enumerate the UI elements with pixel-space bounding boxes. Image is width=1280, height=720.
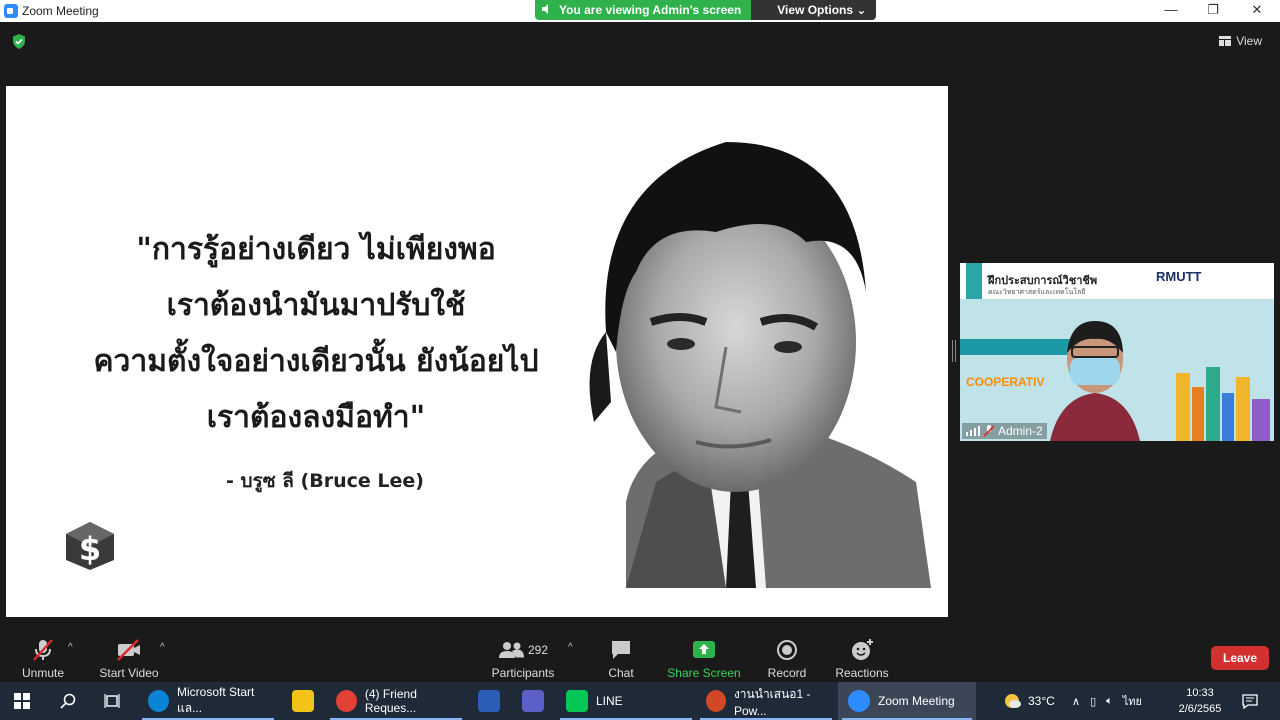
chrome-browser-icon	[336, 690, 357, 712]
quote-author: - บรูซ ลี (Bruce Lee)	[226, 470, 424, 492]
coop-text: COOPERATIV	[966, 375, 1045, 389]
meeting-toolbar: Unmute ^ Start Video ^ 292 Participants …	[0, 630, 1280, 682]
rmutt-logo: RMUTT	[1156, 269, 1202, 284]
task-view-icon[interactable]	[104, 693, 120, 709]
clock-date: 2/6/2565	[1178, 703, 1222, 715]
taskbar-item-label: Zoom Meeting	[878, 694, 955, 708]
participant-name: Admin-2	[998, 424, 1043, 438]
bruce-lee-portrait	[589, 142, 931, 588]
speaker-icon	[542, 4, 548, 14]
tile-subtitle: คณะวิทยาศาสตร์และเทคโนโลยี	[988, 289, 1086, 296]
share-banner: You are viewing Admin's screen View Opti…	[535, 0, 877, 20]
edge-browser-icon	[148, 690, 169, 712]
viewing-status: You are viewing Admin's screen	[535, 0, 752, 20]
chevron-down-icon: ⌄	[856, 3, 867, 17]
weather-sun-icon	[1005, 694, 1021, 708]
meeting-stage: View "การรู้อย่างเดียว ไม่เพียงพอ เราต้อ…	[0, 22, 1280, 630]
taskbar-item-label: งานนำเสนอ1 - Pow...	[733, 686, 811, 718]
participants-caret-icon[interactable]: ^	[568, 642, 573, 653]
windows-taskbar: Microsoft Start แล... (4) Friend Reques.…	[0, 682, 1280, 720]
chat-button[interactable]: Chat	[576, 638, 666, 680]
zoom-app-icon	[848, 690, 870, 712]
word-icon	[478, 690, 500, 712]
record-icon	[777, 640, 797, 660]
minimize-button[interactable]: —	[1150, 0, 1192, 22]
viewing-status-text: You are viewing Admin's screen	[559, 3, 742, 17]
participants-icon	[498, 642, 524, 658]
taskbar-item-chrome[interactable]: (4) Friend Reques...	[326, 682, 466, 720]
volume-icon[interactable]: 🔈︎	[1106, 695, 1113, 708]
taskbar-item-zoom[interactable]: Zoom Meeting	[838, 682, 976, 720]
taskbar-item-edge[interactable]: Microsoft Start แล...	[138, 682, 278, 720]
clock-time: 10:33	[1186, 687, 1214, 699]
shared-screen: "การรู้อย่างเดียว ไม่เพียงพอ เราต้องนำมั…	[6, 86, 948, 617]
view-button[interactable]: View	[1219, 34, 1262, 48]
weather-temp: 33°C	[1028, 694, 1055, 708]
powerpoint-icon	[706, 690, 726, 712]
window-titlebar: Zoom Meeting You are viewing Admin's scr…	[0, 0, 1280, 22]
reactions-label: Reactions	[835, 666, 889, 680]
share-screen-button[interactable]: Share Screen	[659, 638, 749, 680]
taskbar-item-explorer[interactable]	[282, 682, 324, 720]
system-tray: ∧ ▯ 🔈︎ ไทย	[1072, 682, 1142, 720]
taskbar-item-teams[interactable]	[512, 682, 552, 720]
share-screen-icon	[693, 641, 715, 658]
participants-button[interactable]: 292 Participants	[478, 638, 568, 680]
reactions-button[interactable]: Reactions	[817, 638, 907, 680]
tray-expand-icon[interactable]: ∧	[1072, 695, 1080, 708]
share-screen-label: Share Screen	[667, 666, 741, 680]
audio-options-caret-icon[interactable]: ^	[68, 642, 73, 653]
file-explorer-icon	[292, 690, 314, 712]
participant-name-tag: Admin-2	[962, 423, 1047, 439]
panel-resize-handle[interactable]	[952, 340, 956, 362]
muted-mic-icon	[33, 639, 53, 661]
participants-label: Participants	[491, 666, 555, 680]
participant-person	[1050, 321, 1140, 441]
grid-view-icon	[1219, 36, 1232, 46]
view-options-label: View Options	[777, 3, 854, 17]
restore-button[interactable]: ❐	[1192, 0, 1234, 22]
window-title: Zoom Meeting	[22, 4, 99, 18]
network-icon[interactable]: ▯	[1090, 695, 1096, 708]
taskbar-clock[interactable]: 10:33 2/6/2565	[1170, 685, 1230, 717]
video-options-caret-icon[interactable]: ^	[160, 642, 165, 653]
video-off-icon	[117, 639, 140, 661]
unmute-label: Unmute	[21, 666, 65, 680]
city-buildings-icon	[1176, 367, 1270, 441]
line-app-icon	[566, 690, 588, 712]
signal-strength-icon	[966, 426, 980, 436]
windows-start-icon[interactable]	[14, 693, 30, 709]
taskbar-item-label: (4) Friend Reques...	[364, 687, 417, 715]
svg-text:$: $	[79, 530, 101, 568]
taskbar-item-powerpoint[interactable]: งานนำเสนอ1 - Pow...	[696, 682, 836, 720]
tile-accent	[966, 263, 982, 299]
participant-count: 292	[527, 643, 549, 657]
chat-label: Chat	[608, 666, 634, 680]
view-options-button[interactable]: View Options ⌄	[751, 0, 877, 20]
dollar-logo-icon: $	[66, 522, 114, 570]
chat-icon	[612, 641, 630, 659]
muted-mic-icon	[984, 425, 994, 437]
taskbar-item-line[interactable]: LINE	[556, 682, 696, 720]
unmute-button[interactable]: Unmute	[0, 638, 88, 680]
search-icon[interactable]	[60, 693, 76, 709]
start-video-label: Start Video	[99, 666, 159, 680]
view-label: View	[1236, 34, 1262, 48]
smiley-plus-icon	[852, 639, 873, 660]
teams-icon	[522, 690, 544, 712]
weather-widget[interactable]: 33°C	[1002, 682, 1055, 720]
leave-button[interactable]: Leave	[1211, 646, 1269, 670]
notifications-icon[interactable]	[1242, 693, 1258, 709]
taskbar-item-label: LINE	[596, 694, 623, 708]
zoom-app-icon	[4, 4, 18, 18]
security-shield-icon[interactable]	[12, 34, 26, 49]
close-button[interactable]: ✕	[1236, 0, 1278, 22]
taskbar-item-word[interactable]	[468, 682, 508, 720]
taskbar-item-label: Microsoft Start แล...	[177, 684, 255, 715]
input-language[interactable]: ไทย	[1123, 692, 1142, 710]
participant-video-tile[interactable]: ฝึกประสบการณ์วิชาชีพ คณะวิทยาศาสตร์และเท…	[960, 263, 1274, 441]
tile-header: ฝึกประสบการณ์วิชาชีพ คณะวิทยาศาสตร์และเท…	[960, 263, 1274, 299]
